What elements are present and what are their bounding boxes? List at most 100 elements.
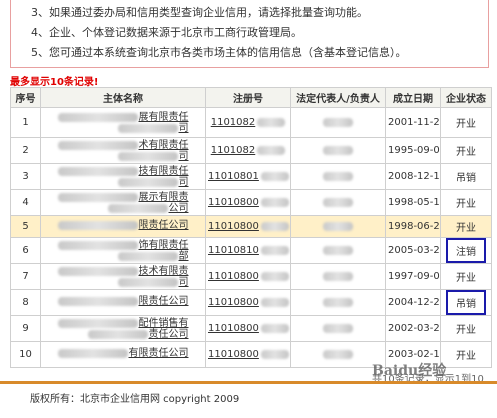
registration-number[interactable]: 11010800 [205, 289, 291, 316]
row-number: 5 [10, 215, 41, 238]
legal-representative [290, 263, 386, 290]
enterprise-status: 吊销 [440, 289, 492, 316]
entity-name-text[interactable]: 配件销售有 [139, 318, 189, 329]
enterprise-status: 开业 [440, 137, 492, 164]
entity-name-link[interactable]: 术有限责任司 [40, 137, 206, 164]
redacted-blur [87, 329, 148, 339]
entity-name-link[interactable]: 配件销售有 责任公司 [40, 315, 206, 342]
enterprise-status: 开业 [440, 315, 492, 342]
established-date: 2001-11-23 [385, 107, 441, 138]
entity-name-text[interactable]: 司 [179, 277, 189, 288]
registration-number[interactable]: 11010800 [205, 215, 291, 238]
redacted-blur [260, 323, 289, 333]
enterprise-status: 开业 [440, 341, 492, 368]
entity-name-text[interactable]: 司 [179, 151, 189, 162]
registration-number[interactable]: 11010801 [205, 163, 291, 190]
redacted-blur [260, 197, 289, 207]
redacted-blur [117, 123, 178, 133]
entity-name-link[interactable]: 展有限责任司 [40, 107, 206, 138]
row-number: 3 [10, 163, 41, 190]
enterprise-status: 开业 [440, 263, 492, 290]
registration-number[interactable]: 11010800 [205, 189, 291, 216]
redacted-blur [57, 221, 138, 230]
entity-name-text[interactable]: 展有限责任 [139, 112, 189, 123]
redacted-blur [323, 271, 353, 281]
entity-name-link[interactable]: 限责任公司 [40, 289, 206, 316]
legal-representative [290, 315, 386, 342]
registration-number[interactable]: 11010800 [205, 341, 291, 368]
header-reg: 注册号 [205, 87, 291, 108]
redacted-blur [117, 277, 178, 287]
notice-line-5: 5、您可通过本系统查询北京市各类市场主体的信用信息（含基本登记信息）。 [31, 46, 407, 59]
registration-number-text[interactable]: 11010800 [208, 271, 259, 282]
established-date: 2008-12-12 [385, 163, 441, 190]
entity-name-link[interactable]: 饰有限责任部 [40, 237, 206, 264]
table-row: 3 技有限责任司 11010801 2008-12-12 吊销 [10, 163, 492, 190]
redacted-blur [117, 177, 178, 187]
redacted-blur [117, 151, 178, 161]
table-row: 8 限责任公司 11010800 2004-12-21 吊销 [10, 289, 492, 316]
registration-number[interactable]: 11010800 [205, 263, 291, 290]
entity-name-link[interactable]: 技有限责任司 [40, 163, 206, 190]
row-number: 7 [10, 263, 41, 290]
entity-name-link[interactable]: 限责任公司 [40, 215, 206, 238]
enterprise-status: 开业 [440, 107, 492, 138]
header-name: 主体名称 [40, 87, 206, 108]
table-row: 9 配件销售有 责任公司 11010800 2002-03-21 开业 [10, 315, 492, 342]
entity-name-text[interactable]: 有限责任公司 [129, 348, 189, 359]
entity-name-text[interactable]: 司 [179, 123, 189, 134]
established-date: 2002-03-21 [385, 315, 441, 342]
registration-number[interactable]: 1101082 [205, 137, 291, 164]
legal-representative [290, 237, 386, 264]
entity-name-text[interactable]: 技有限责任 [139, 166, 189, 177]
enterprise-status: 开业 [440, 189, 492, 216]
registration-number-text[interactable]: 11010810 [208, 245, 259, 256]
entity-name-text[interactable]: 展示有限责 [139, 192, 189, 203]
registration-number[interactable]: 1101082 [205, 107, 291, 138]
entity-name-text[interactable]: 技术有限责 [139, 266, 189, 277]
header-status: 企业状态 [440, 87, 492, 108]
established-date: 1997-09-04 [385, 263, 441, 290]
registration-number-text[interactable]: 11010800 [208, 323, 259, 334]
footer-divider [0, 381, 497, 384]
redacted-blur [260, 297, 289, 307]
registration-number-text[interactable]: 11010800 [208, 349, 259, 360]
row-number: 10 [10, 341, 41, 368]
entity-name-text[interactable]: 司 [179, 177, 189, 188]
header-num: 序号 [10, 87, 41, 108]
status-text: 开业 [456, 351, 476, 362]
entity-name-text[interactable]: 限责任公司 [139, 220, 189, 231]
entity-name-text[interactable]: 部 [179, 251, 189, 262]
legal-representative [290, 137, 386, 164]
entity-name-text[interactable]: 限责任公司 [139, 296, 189, 307]
registration-number-text[interactable]: 1101082 [211, 145, 256, 156]
established-date: 1995-09-07 [385, 137, 441, 164]
entity-name-link[interactable]: 技术有限责司 [40, 263, 206, 290]
entity-name-link[interactable]: 展示有限责 公司 [40, 189, 206, 216]
legal-representative [290, 107, 386, 138]
entity-name-text[interactable]: 饰有限责任 [139, 240, 189, 251]
registration-number[interactable]: 11010800 [205, 315, 291, 342]
redacted-blur [323, 117, 353, 127]
row-number: 2 [10, 137, 41, 164]
entity-name-text[interactable]: 公司 [169, 203, 189, 214]
registration-number-text[interactable]: 11010800 [208, 197, 259, 208]
status-text: 开业 [456, 147, 476, 158]
registration-number-text[interactable]: 11010800 [208, 297, 259, 308]
entity-name-text[interactable]: 术有限责任 [139, 140, 189, 151]
redacted-blur [57, 240, 138, 250]
status-highlight-box: 吊销 [446, 290, 486, 315]
row-number: 8 [10, 289, 41, 316]
registration-number-text[interactable]: 11010800 [208, 221, 259, 232]
registration-number-text[interactable]: 1101082 [211, 117, 256, 128]
redacted-blur [57, 266, 138, 276]
entity-name-link[interactable]: 有限责任公司 [40, 341, 206, 368]
header-date: 成立日期 [385, 87, 441, 108]
legal-representative [290, 189, 386, 216]
table-header-row: 序号 主体名称 注册号 法定代表人/负责人 成立日期 企业状态 [10, 87, 492, 108]
notice-panel: 3、如果通过委办局和信用类型查询企业信用，请选择批量查询功能。 4、企业、个体登… [10, 0, 489, 68]
entity-name-text[interactable]: 责任公司 [149, 329, 189, 340]
registration-number[interactable]: 11010810 [205, 237, 291, 264]
registration-number-text[interactable]: 11010801 [208, 171, 259, 182]
legal-representative [290, 163, 386, 190]
